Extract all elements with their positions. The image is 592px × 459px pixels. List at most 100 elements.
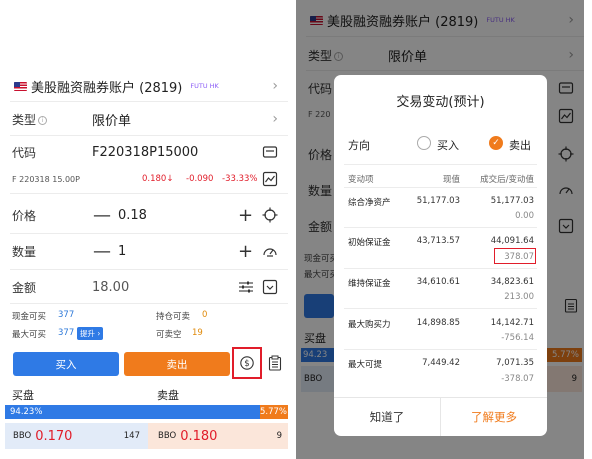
ask-bbo[interactable]: BBO 0.180 9 bbox=[148, 423, 288, 449]
gauge-icon[interactable] bbox=[262, 243, 278, 259]
us-flag-icon bbox=[14, 81, 27, 91]
sell-button[interactable]: 卖出 bbox=[124, 352, 230, 376]
row-after: 51,177.03 bbox=[490, 196, 534, 206]
price-decrease-button[interactable]: — bbox=[93, 205, 111, 226]
quantity-increase-button[interactable]: + bbox=[238, 241, 253, 262]
divider bbox=[344, 164, 537, 165]
row-label: 初始保证金 bbox=[348, 238, 391, 248]
ask-header: 卖盘 bbox=[157, 389, 179, 402]
bid-bbo[interactable]: BBO 0.170 147 bbox=[5, 423, 148, 449]
divider bbox=[10, 135, 288, 136]
col-after-header: 成交后/变动值 bbox=[480, 175, 534, 185]
divider bbox=[10, 303, 288, 304]
bid-pct: 94.23% bbox=[10, 407, 43, 417]
price-row: 价格 — 0.18 + bbox=[0, 204, 288, 226]
row-delta: -378.07 bbox=[501, 374, 534, 384]
trade-impact-dialog: 交易变动(预计) 方向 买入 ✓ 卖出 变动项 现值 成交后/变动值 综合净资产… bbox=[334, 75, 547, 436]
svg-text:$: $ bbox=[244, 359, 249, 369]
quote-row: F 220318 15.00P 0.180↓ -0.090 -33.33% bbox=[0, 171, 288, 187]
divider bbox=[344, 227, 537, 228]
panel-gap bbox=[288, 0, 296, 459]
quantity-decrease-button[interactable]: — bbox=[93, 241, 111, 262]
bid-price: 0.170 bbox=[35, 428, 73, 444]
row-after: 34,823.61 bbox=[490, 277, 534, 287]
clipboard-icon[interactable] bbox=[268, 355, 282, 371]
row-now: 51,177.03 bbox=[416, 196, 460, 206]
quote-price-text: 0.180 bbox=[142, 174, 167, 184]
bid-header: 买盘 bbox=[12, 389, 34, 402]
col-now-header: 现值 bbox=[442, 175, 460, 185]
row-delta: 0.00 bbox=[515, 211, 534, 221]
divider bbox=[344, 308, 537, 309]
quote-change-pct: -33.33% bbox=[222, 174, 258, 184]
sliders-icon[interactable] bbox=[238, 279, 254, 295]
quantity-row: 数量 — 1 + bbox=[0, 240, 288, 262]
code-value: F220318P15000 bbox=[92, 144, 199, 160]
bid-ask-ratio-bar: 94.23% 5.77% bbox=[5, 405, 288, 419]
bbo-label: BBO bbox=[158, 431, 177, 441]
order-type-row[interactable]: 类型 i 限价单 › bbox=[0, 108, 288, 130]
quantity-input[interactable]: 1 bbox=[118, 244, 126, 259]
amount-row: 金额 18.00 bbox=[0, 276, 288, 298]
col-item-header: 变动项 bbox=[348, 175, 374, 185]
learn-more-button[interactable]: 了解更多 bbox=[441, 398, 547, 436]
row-after: 7,071.35 bbox=[496, 358, 534, 368]
buy-button[interactable]: 买入 bbox=[13, 352, 119, 376]
order-panel: 美股融资融券账户 (2819) FUTU HK › 类型 i 限价单 › 代码 F… bbox=[0, 0, 288, 459]
short-value: 19 bbox=[192, 328, 203, 338]
bid-ratio-fill: 94.23% bbox=[5, 405, 260, 419]
row-now: 43,713.57 bbox=[416, 236, 460, 246]
quote-change: -0.090 bbox=[186, 174, 214, 184]
max-buy-label: 最大可买 bbox=[12, 330, 47, 340]
divider bbox=[344, 349, 537, 350]
row-delta: -756.14 bbox=[501, 333, 534, 343]
broker-tag: FUTU HK bbox=[190, 82, 219, 90]
row-label: 最大购买力 bbox=[348, 320, 391, 330]
max-buy-value: 377 bbox=[58, 328, 75, 338]
cash-buy-label: 现金可买 bbox=[12, 312, 47, 322]
got-it-button[interactable]: 知道了 bbox=[334, 398, 440, 436]
hold-sell-label: 持仓可卖 bbox=[156, 312, 191, 322]
ask-pct: 5.77% bbox=[259, 407, 287, 417]
code-row[interactable]: 代码 F220318P15000 bbox=[0, 141, 288, 163]
radio-buy[interactable] bbox=[417, 136, 431, 150]
bbo-label: BBO bbox=[13, 431, 32, 441]
divider bbox=[10, 269, 288, 270]
keyboard-icon[interactable] bbox=[262, 144, 278, 160]
divider bbox=[10, 233, 288, 234]
crosshair-icon[interactable] bbox=[262, 207, 278, 223]
bid-size: 147 bbox=[123, 431, 140, 441]
chart-icon[interactable] bbox=[262, 171, 278, 187]
divider bbox=[344, 268, 537, 269]
upgrade-button[interactable]: 提升 › bbox=[77, 327, 104, 340]
highlight-box bbox=[494, 248, 536, 264]
radio-buy-label[interactable]: 买入 bbox=[437, 137, 459, 153]
radio-sell-label[interactable]: 卖出 bbox=[509, 137, 531, 153]
down-arrow-icon: ↓ bbox=[166, 174, 174, 184]
trade-impact-button[interactable]: $ bbox=[232, 347, 262, 379]
collapse-icon[interactable] bbox=[262, 279, 278, 295]
short-label: 可卖空 bbox=[156, 330, 182, 340]
cash-buy-value: 377 bbox=[58, 310, 75, 320]
order-type-label: 类型 bbox=[12, 112, 37, 127]
direction-label: 方向 bbox=[348, 139, 370, 152]
amount-value: 18.00 bbox=[92, 279, 130, 295]
price-input[interactable]: 0.18 bbox=[118, 208, 147, 223]
radio-sell-checked-icon[interactable]: ✓ bbox=[489, 136, 503, 150]
account-selector[interactable]: 美股融资融券账户 (2819) FUTU HK › bbox=[0, 76, 288, 96]
chevron-right-icon: › bbox=[272, 111, 278, 127]
upgrade-label: 提升 bbox=[80, 329, 95, 338]
row-label: 综合净资产 bbox=[348, 198, 391, 208]
price-label: 价格 bbox=[12, 208, 37, 223]
price-increase-button[interactable]: + bbox=[238, 205, 253, 226]
row-now: 14,898.85 bbox=[416, 318, 460, 328]
order-panel-with-dialog: 美股融资融券账户 (2819) FUTU HK › 类型 i 限价单 › 代码 F… bbox=[296, 0, 584, 459]
info-icon[interactable]: i bbox=[38, 115, 48, 125]
amount-label: 金额 bbox=[12, 280, 37, 295]
chevron-right-icon: › bbox=[272, 78, 278, 94]
hold-sell-value: 0 bbox=[202, 310, 208, 320]
row-delta: 213.00 bbox=[504, 292, 534, 302]
ask-ratio-fill: 5.77% bbox=[259, 405, 288, 419]
row-after: 44,091.64 bbox=[490, 236, 534, 246]
quote-name: F 220318 15.00P bbox=[12, 174, 80, 184]
